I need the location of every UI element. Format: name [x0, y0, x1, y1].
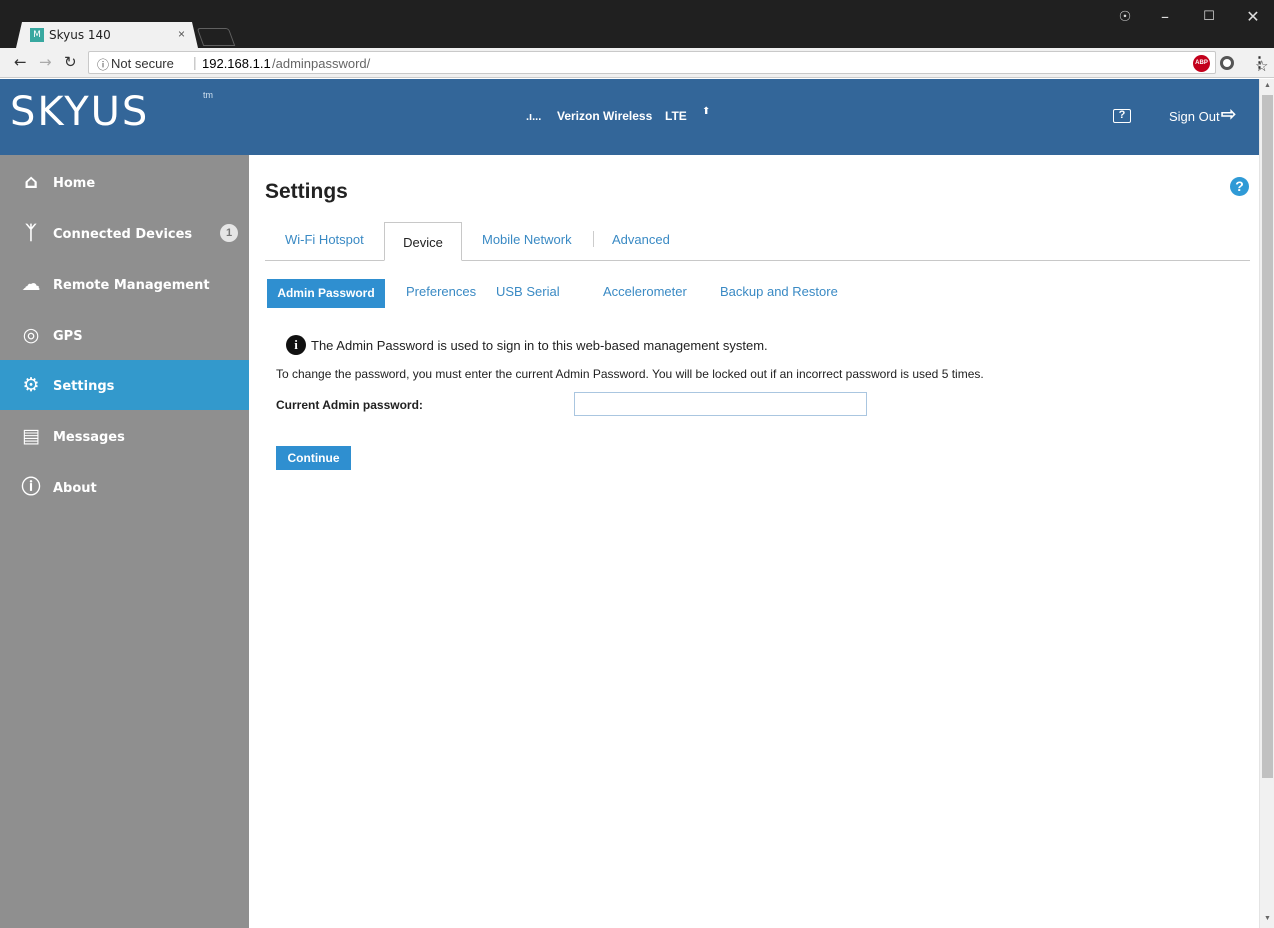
sidebar-item-label: Messages — [53, 430, 125, 445]
sign-out-link[interactable]: Sign Out — [1169, 109, 1220, 124]
sidebar-item-label: About — [53, 481, 97, 496]
signal-strength-icon: .ı... — [526, 111, 542, 123]
sign-out-icon[interactable]: ⇨ — [1221, 104, 1236, 125]
menu-icon[interactable]: ⋮ — [1252, 53, 1267, 71]
network-type: LTE — [665, 109, 687, 123]
scroll-down-arrow-icon[interactable]: ▼ — [1264, 915, 1271, 922]
tab-wifi-hotspot[interactable]: Wi-Fi Hotspot — [285, 232, 364, 247]
url-path[interactable]: /adminpassword/ — [272, 56, 370, 71]
logo-trademark: tm — [203, 90, 213, 100]
scroll-thumb[interactable] — [1262, 95, 1273, 778]
sidebar-item-messages[interactable]: ▤ Messages — [0, 411, 249, 461]
tab-device[interactable]: Device — [384, 222, 462, 261]
security-label[interactable]: Not secure — [111, 56, 174, 71]
help-icon[interactable]: ? — [1230, 177, 1249, 196]
page-scrollbar[interactable]: ▲ ▼ — [1259, 79, 1274, 928]
gps-icon: ◎ — [22, 324, 40, 346]
browser-tab[interactable]: M Skyus 140 × — [16, 22, 198, 48]
forward-arrow-icon[interactable]: → — [39, 53, 52, 71]
sidebar-item-home[interactable]: ⌂ Home — [0, 157, 249, 207]
sidebar-item-label: GPS — [53, 329, 83, 344]
info-message: The Admin Password is used to sign in to… — [311, 338, 768, 353]
current-password-label: Current Admin password: — [276, 398, 423, 412]
message-icon: ▤ — [22, 425, 40, 447]
device-count-badge: 1 — [220, 224, 238, 242]
subtab-admin-password[interactable]: Admin Password — [267, 279, 385, 308]
info-circle-icon: ⓘ — [21, 476, 41, 498]
url-separator: | — [193, 54, 197, 70]
sidebar-item-label: Settings — [53, 379, 115, 394]
sidebar-item-about[interactable]: ⓘ About — [0, 462, 249, 512]
subtab-preferences[interactable]: Preferences — [406, 284, 476, 299]
tab-close-icon[interactable]: × — [178, 27, 185, 41]
subtab-accelerometer[interactable]: Accelerometer — [603, 284, 687, 299]
instructions-text: To change the password, you must enter t… — [276, 367, 984, 381]
new-tab-button[interactable] — [196, 28, 236, 46]
scroll-up-arrow-icon[interactable]: ▲ — [1264, 82, 1271, 89]
data-activity-icon: ⬆ — [702, 106, 711, 117]
app-header: SKYUS tm .ı... Verizon Wireless LTE ⬆ ? … — [0, 79, 1259, 155]
carrier-name: Verizon Wireless — [557, 109, 653, 123]
sidebar-item-label: Home — [53, 176, 96, 191]
minimize-button[interactable]: – — [1148, 6, 1182, 28]
sidebar-item-settings[interactable]: ⚙ Settings — [0, 360, 249, 410]
browser-title-bar: M Skyus 140 × ☉ – ☐ ✕ — [0, 0, 1274, 48]
maximize-button[interactable]: ☐ — [1192, 6, 1226, 28]
skyus-logo: SKYUS — [10, 89, 150, 135]
extension-icon[interactable] — [1220, 56, 1234, 70]
url-host[interactable]: 192.168.1.1 — [202, 56, 271, 71]
info-icon: i — [286, 335, 306, 355]
window-close-button[interactable]: ✕ — [1236, 6, 1270, 28]
profile-icon[interactable]: ☉ — [1116, 6, 1134, 28]
tab-mobile-network[interactable]: Mobile Network — [482, 232, 572, 247]
sidebar-item-label: Connected Devices — [53, 227, 193, 242]
help-icon[interactable]: ? — [1113, 109, 1131, 123]
back-arrow-icon[interactable]: ← — [14, 53, 27, 71]
tab-title: Skyus 140 — [49, 28, 111, 42]
connected-devices-icon: ᛉ — [25, 222, 37, 244]
tab-separator — [593, 231, 594, 247]
tab-advanced[interactable]: Advanced — [612, 232, 670, 247]
home-icon: ⌂ — [24, 171, 38, 193]
page-title: Settings — [265, 180, 348, 203]
current-password-input[interactable] — [574, 392, 867, 416]
subtab-backup-and-restore[interactable]: Backup and Restore — [720, 284, 838, 299]
cloud-icon: ☁ — [21, 273, 41, 295]
continue-button[interactable]: Continue — [276, 446, 351, 470]
adblock-icon[interactable]: ABP — [1193, 55, 1210, 72]
address-bar[interactable]: ⓘ Not secure | 192.168.1.1 /adminpasswor… — [88, 51, 1268, 75]
gear-icon: ⚙ — [22, 374, 40, 396]
sidebar-item-remote-management[interactable]: ☁ Remote Management — [0, 259, 249, 309]
subtab-usb-serial[interactable]: USB Serial — [496, 284, 560, 299]
sidebar-item-connected-devices[interactable]: ᛉ Connected Devices 1 — [0, 208, 249, 258]
sidebar-item-label: Remote Management — [53, 278, 210, 293]
browser-toolbar: ← → ↻ ⓘ Not secure | 192.168.1.1 /adminp… — [0, 48, 1274, 78]
sidebar: ⌂ Home ᛉ Connected Devices 1 ☁ Remote Ma… — [0, 155, 249, 928]
sidebar-item-gps[interactable]: ◎ GPS — [0, 310, 249, 360]
reload-icon[interactable]: ↻ — [64, 53, 77, 71]
favicon-icon: M — [30, 28, 44, 42]
info-icon[interactable]: ⓘ — [97, 56, 109, 73]
